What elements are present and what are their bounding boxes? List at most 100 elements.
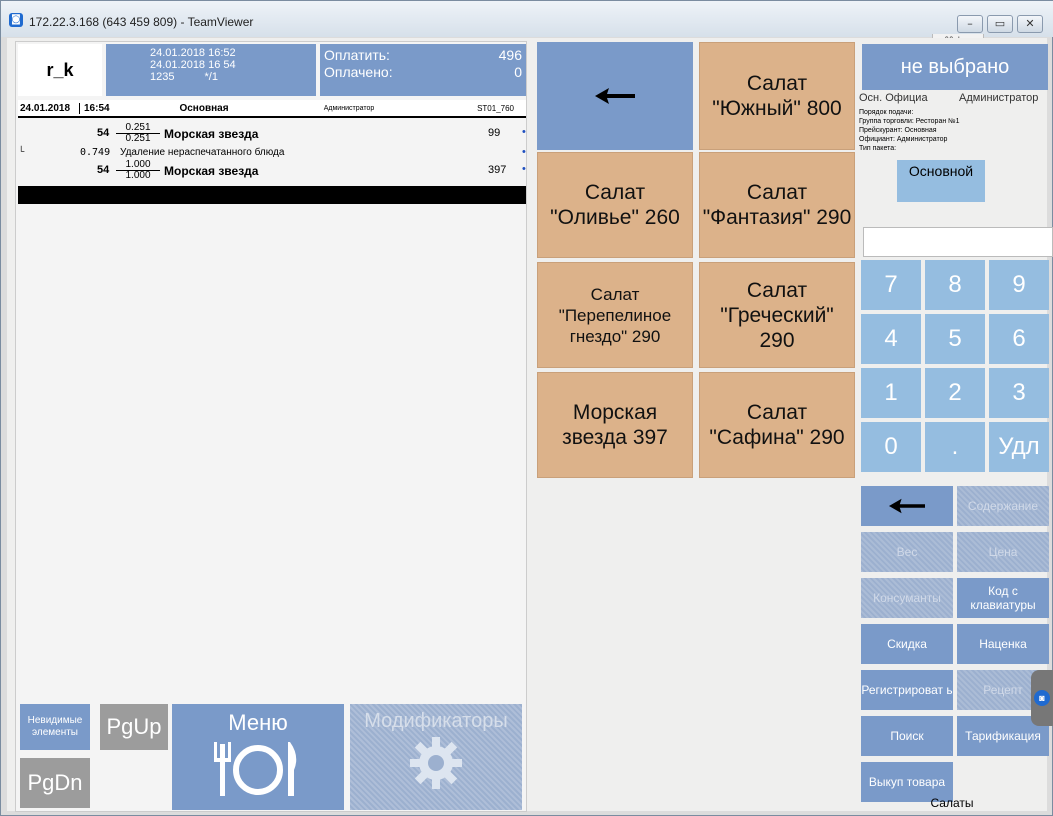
user-code: r_k bbox=[18, 44, 102, 96]
line-qty: 0.251 0.251 bbox=[116, 123, 160, 144]
back-arrow-button[interactable] bbox=[537, 42, 693, 150]
to-pay-value: 496 bbox=[498, 47, 522, 63]
teamviewer-window: ◙ 172.22.3.168 (643 459 809) - TeamViewe… bbox=[0, 0, 1053, 816]
key-4[interactable]: 4 bbox=[861, 314, 921, 364]
order-line[interactable]: 54 0.251 0.251 Морская звезда 99 • bbox=[18, 122, 526, 146]
basic-button[interactable]: Основной bbox=[897, 160, 985, 202]
current-category: Салаты bbox=[930, 796, 974, 810]
key-dot[interactable]: . bbox=[925, 422, 985, 472]
window-title: 172.22.3.168 (643 459 809) - TeamViewer bbox=[29, 15, 254, 29]
menu-item-fantaziya[interactable]: Салат "Фантазия" 290 bbox=[699, 152, 855, 258]
key-1[interactable]: 1 bbox=[861, 368, 921, 418]
menu-item-morskaya-zvezda[interactable]: Морская звезда 397 bbox=[537, 372, 693, 478]
tree-branch-icon: └ bbox=[18, 146, 25, 156]
line-name: Морская звезда bbox=[164, 164, 259, 178]
key-3[interactable]: 3 bbox=[989, 368, 1049, 418]
register-button[interactable]: Регистрироват ь bbox=[861, 670, 953, 710]
order-waiter: Администратор bbox=[323, 104, 375, 112]
info-line: Прейскурант: Основная bbox=[859, 127, 937, 134]
menu-item-safina[interactable]: Салат "Сафина" 290 bbox=[699, 372, 855, 478]
key-8[interactable]: 8 bbox=[925, 260, 985, 310]
line-price: 99 bbox=[488, 127, 501, 139]
info-line: Официант: Администратор bbox=[859, 136, 948, 143]
gear-icon bbox=[410, 737, 462, 789]
info-office: Осн. Официа bbox=[859, 92, 928, 104]
order-code-row: 1235 */1 bbox=[150, 71, 316, 83]
teamviewer-icon: ◙ bbox=[9, 13, 23, 27]
menu-button[interactable]: Меню bbox=[172, 704, 344, 810]
invisible-elements-button[interactable]: Невидимые элементы bbox=[20, 704, 90, 750]
title-bar: ◙ 172.22.3.168 (643 459 809) - TeamViewe… bbox=[1, 1, 1053, 37]
menu-label: Меню bbox=[228, 710, 288, 735]
menu-item-yuzhny[interactable]: Салат "Южный" 800 bbox=[699, 42, 855, 150]
key-7[interactable]: 7 bbox=[861, 260, 921, 310]
table-selector[interactable]: не выбрано bbox=[862, 44, 1048, 90]
minimize-button[interactable]: – bbox=[957, 15, 983, 33]
discount-button[interactable]: Скидка bbox=[861, 624, 953, 664]
order-line[interactable]: 54 1.000 1.000 Морская звезда 397 • bbox=[18, 159, 526, 183]
order-station: ST01_760 bbox=[477, 103, 514, 113]
qty-bottom: 1.000 bbox=[125, 170, 151, 181]
keyboard-code-button[interactable]: Код с клавиатуры bbox=[957, 578, 1049, 618]
order-line[interactable]: └ 0.749 Удаление нераспечатанного блюда … bbox=[18, 146, 526, 160]
line-dot-icon: • bbox=[522, 146, 526, 158]
content-button[interactable]: Содержание bbox=[957, 486, 1049, 526]
menu-item-grecheskiy[interactable]: Салат "Греческий" 290 bbox=[699, 262, 855, 368]
pos-app: r_k 24.01.2018 16:52 24.01.2018 16 54 12… bbox=[7, 38, 1053, 812]
markup-button[interactable]: Наценка bbox=[957, 624, 1049, 664]
order-section: Основная bbox=[179, 102, 229, 114]
guest-count: */1 bbox=[204, 71, 218, 83]
info-admin: Администратор bbox=[959, 92, 1039, 104]
teamviewer-side-handle[interactable]: ◙ bbox=[1031, 670, 1053, 726]
line-prefix: 0.749 bbox=[80, 147, 111, 158]
pgdn-button[interactable]: PgDn bbox=[20, 758, 90, 808]
weight-button[interactable]: Вес bbox=[861, 532, 953, 572]
info-line: Порядок подачи: bbox=[859, 109, 914, 116]
modifiers-label: Модификаторы bbox=[364, 710, 508, 732]
paid-value: 0 bbox=[514, 64, 522, 80]
key-2[interactable]: 2 bbox=[925, 368, 985, 418]
order-panel: r_k 24.01.2018 16:52 24.01.2018 16 54 12… bbox=[15, 41, 527, 812]
line-code: 54 bbox=[97, 127, 110, 139]
info-line: Группа торговли: Ресторан №1 bbox=[859, 118, 960, 125]
pgup-button[interactable]: PgUp bbox=[100, 704, 168, 750]
menu-item-olivie[interactable]: Салат "Оливье" 260 bbox=[537, 152, 693, 258]
key-0[interactable]: 0 bbox=[861, 422, 921, 472]
selected-row-bar[interactable] bbox=[18, 186, 526, 204]
order-date: 24.01.2018 bbox=[18, 102, 80, 114]
line-name: Удаление нераспечатанного блюда bbox=[120, 147, 285, 158]
teamviewer-icon: ◙ bbox=[1034, 690, 1050, 706]
order-time: 16:54 bbox=[84, 102, 110, 114]
payment-summary: Оплатить: 496 Оплачено: 0 bbox=[320, 44, 526, 96]
maximize-button[interactable]: ▭ bbox=[987, 15, 1013, 33]
arrow-left-icon bbox=[595, 88, 635, 104]
line-dot-icon: • bbox=[522, 126, 526, 138]
open-date: 24.01.2018 16:52 bbox=[150, 47, 236, 59]
arrow-left-icon bbox=[889, 498, 925, 514]
close-button[interactable]: ✕ bbox=[1017, 15, 1043, 33]
line-dot-icon: • bbox=[522, 163, 526, 175]
plate-cutlery-icon bbox=[214, 742, 297, 796]
order-code: 1235 bbox=[150, 71, 175, 83]
line-qty: 1.000 1.000 bbox=[116, 160, 160, 181]
line-name: Морская звезда bbox=[164, 127, 259, 141]
to-pay-label: Оплатить: bbox=[324, 47, 390, 63]
search-button[interactable]: Поиск bbox=[861, 716, 953, 756]
numeric-input[interactable] bbox=[863, 227, 1053, 257]
info-line: Тип пакета: bbox=[859, 145, 897, 152]
key-9[interactable]: 9 bbox=[989, 260, 1049, 310]
current-date: 24.01.2018 16 54 bbox=[150, 59, 236, 71]
key-6[interactable]: 6 bbox=[989, 314, 1049, 364]
modifiers-button[interactable]: Модификаторы bbox=[350, 704, 522, 810]
key-5[interactable]: 5 bbox=[925, 314, 985, 364]
key-delete[interactable]: Удл bbox=[989, 422, 1049, 472]
price-button[interactable]: Цена bbox=[957, 532, 1049, 572]
menu-item-perepelinoe[interactable]: Салат "Перепелиное гнездо" 290 bbox=[537, 262, 693, 368]
consumables-button[interactable]: Консуманты bbox=[861, 578, 953, 618]
order-dates: 24.01.2018 16:52 24.01.2018 16 54 1235 */… bbox=[106, 44, 316, 96]
order-header: 24.01.2018 16:54 Основная Администратор … bbox=[18, 100, 526, 118]
back-button[interactable] bbox=[861, 486, 953, 526]
qty-bottom: 0.251 bbox=[125, 133, 151, 144]
paid-label: Оплачено: bbox=[324, 64, 393, 80]
line-code: 54 bbox=[97, 164, 110, 176]
